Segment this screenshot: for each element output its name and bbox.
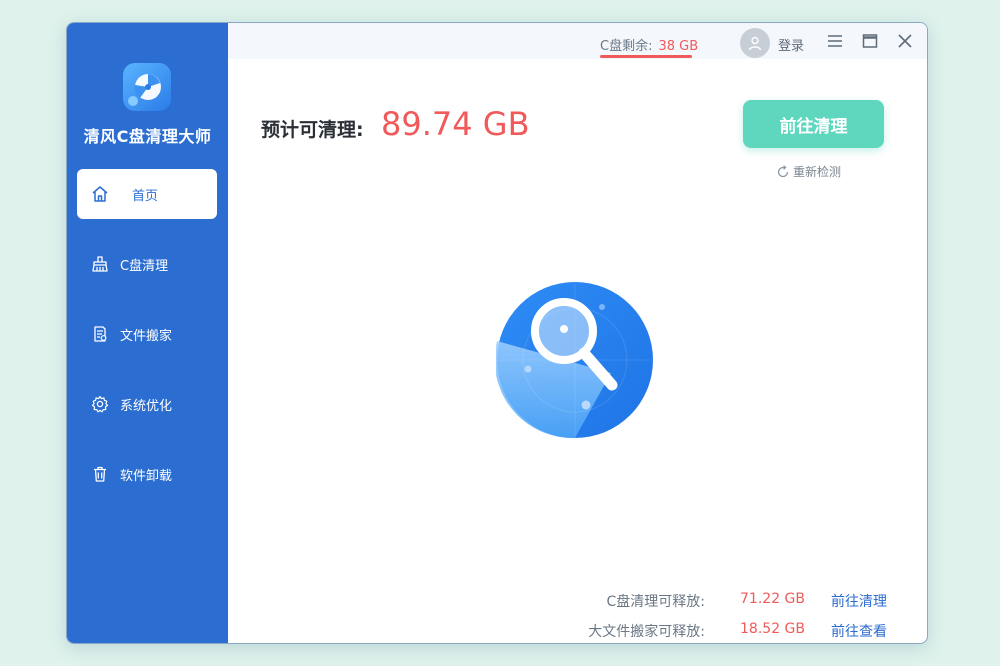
file-move-icon (90, 324, 110, 344)
sidebar-item-label: 文件搬家 (120, 328, 173, 344)
sidebar-item-file-move[interactable]: 文件搬家 (77, 309, 217, 359)
sidebar-item-uninstall[interactable]: 软件卸载 (77, 449, 217, 499)
disk-remaining-label: C盘剩余: (600, 39, 653, 54)
stat-row-c-clean: C盘清理可释放: 71.22 GB 前往清理 (228, 591, 927, 611)
user-icon (748, 36, 762, 51)
stat-value: 18.52 GB (740, 621, 805, 637)
maximize-icon (862, 34, 878, 48)
go-clean-link[interactable]: 前往清理 (831, 591, 887, 611)
refresh-icon (777, 164, 789, 177)
gear-icon (90, 394, 110, 414)
app-logo (123, 63, 171, 111)
sidebar-item-label: C盘清理 (120, 258, 169, 274)
menu-icon (828, 35, 842, 47)
maximize-button[interactable] (860, 31, 880, 51)
estimate-value: 89.74 GB (381, 105, 530, 143)
menu-button[interactable] (825, 31, 845, 51)
sidebar: 清风C盘清理大师 首页 C盘清理 文件搬家 系统优化 软件卸载 (67, 23, 228, 643)
go-view-link[interactable]: 前往查看 (831, 621, 887, 641)
stat-label: C盘清理可释放: (606, 594, 706, 610)
stat-label: 大文件搬家可释放: (588, 624, 705, 640)
close-button[interactable] (895, 31, 915, 51)
main-panel: 预计可清理: 89.74 GB 前往清理 重新检测 C盘清理可释放: 71.22… (228, 59, 927, 643)
sidebar-item-home[interactable]: 首页 (77, 169, 217, 219)
top-bar: C盘剩余: 38 GB 登录 (228, 23, 927, 59)
disk-remaining: C盘剩余: 38 GB (600, 35, 698, 54)
sidebar-item-c-clean[interactable]: C盘清理 (77, 239, 217, 289)
sidebar-item-label: 首页 (132, 188, 159, 204)
recheck-label: 重新检测 (793, 165, 842, 179)
app-window: 清风C盘清理大师 首页 C盘清理 文件搬家 系统优化 软件卸载 C盘剩余: 38… (66, 22, 928, 644)
avatar[interactable] (740, 28, 770, 58)
disk-remaining-value: 38 GB (658, 39, 699, 54)
broom-icon (90, 254, 110, 274)
estimate-label: 预计可清理: (261, 119, 364, 141)
trash-icon (90, 464, 110, 484)
sidebar-item-label: 系统优化 (120, 398, 173, 414)
sidebar-item-label: 软件卸载 (120, 468, 173, 484)
disk-usage-bar (600, 55, 692, 58)
stat-value: 71.22 GB (740, 591, 805, 607)
scan-illustration (494, 281, 654, 439)
close-icon (898, 34, 912, 48)
recheck-button[interactable]: 重新检测 (776, 163, 841, 180)
login-button[interactable]: 登录 (778, 35, 804, 54)
home-icon (90, 184, 110, 204)
go-clean-button[interactable]: 前往清理 (743, 100, 884, 148)
stat-row-file-move: 大文件搬家可释放: 18.52 GB 前往查看 (228, 621, 927, 641)
sidebar-item-optimize[interactable]: 系统优化 (77, 379, 217, 429)
app-name: 清风C盘清理大师 (83, 127, 212, 146)
magnifier-scan-icon (494, 282, 653, 439)
